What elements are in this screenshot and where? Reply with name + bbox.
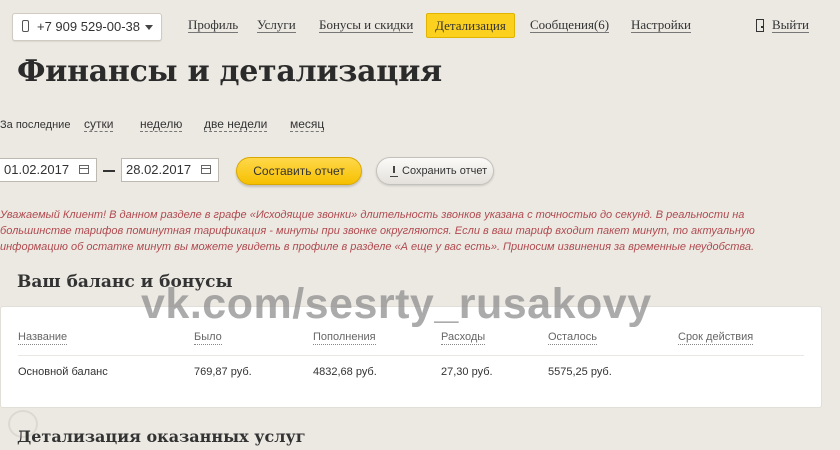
notice-line: Уважаемый Клиент! В данном разделе в гра…	[0, 209, 745, 221]
period-option-month[interactable]: месяц	[290, 117, 325, 132]
calendar-icon[interactable]	[79, 165, 89, 174]
nav-item-profile[interactable]: Профиль	[188, 18, 239, 33]
period-option-two-weeks[interactable]: две недели	[204, 117, 268, 132]
column-header-topups[interactable]: Пополнения	[313, 331, 376, 345]
watermark-text: vk.com/sesrty_rusakovy	[141, 280, 652, 328]
date-range-dash	[103, 170, 115, 172]
date-to-input[interactable]: 28.02.2017	[121, 158, 219, 182]
cell-remaining: 5575,25 руб.	[548, 366, 612, 378]
cell-name: Основной баланс	[18, 366, 108, 378]
phone-number-label: +7 909 529-00-38	[37, 19, 141, 34]
table-divider	[18, 355, 804, 356]
phone-number-select[interactable]: +7 909 529-00-38	[12, 13, 162, 41]
period-option-week[interactable]: неделю	[140, 117, 183, 132]
logout-label: Выйти	[772, 17, 810, 33]
page-title: Финансы и детализация	[17, 54, 442, 89]
door-exit-icon	[756, 19, 764, 32]
column-header-expenses[interactable]: Расходы	[441, 331, 486, 345]
date-to-value: 28.02.2017	[126, 162, 192, 177]
save-report-button[interactable]: Сохранить отчет	[376, 157, 494, 185]
mobile-phone-icon	[22, 20, 29, 32]
cell-expenses: 27,30 руб.	[441, 366, 493, 378]
nav-item-bonuses[interactable]: Бонусы и скидки	[319, 18, 414, 33]
cell-was: 769,87 руб.	[194, 366, 252, 378]
column-header-remaining[interactable]: Осталось	[548, 331, 597, 345]
notice-line: большинстве тарифов поминутная тарификац…	[0, 225, 755, 237]
nav-item-services[interactable]: Услуги	[257, 18, 296, 33]
make-report-button[interactable]: Составить отчет	[236, 157, 362, 185]
chevron-down-icon	[145, 25, 153, 30]
date-from-input[interactable]: 01.02.2017	[0, 158, 97, 182]
date-from-value: 01.02.2017	[4, 162, 70, 177]
column-header-was[interactable]: Было	[194, 331, 222, 345]
nav-item-details[interactable]: Детализация	[426, 13, 515, 38]
period-label: За последние	[0, 119, 71, 131]
period-option-day[interactable]: сутки	[84, 117, 114, 132]
column-header-name[interactable]: Название	[18, 331, 68, 345]
details-section-title: Детализация оказанных услуг	[17, 427, 306, 446]
cell-topups: 4832,68 руб.	[313, 366, 377, 378]
save-report-label: Сохранить отчет	[402, 165, 488, 177]
notice-line: информацию об остатке минут вы можете ув…	[0, 241, 755, 253]
download-icon	[390, 166, 398, 177]
nav-item-messages[interactable]: Сообщения(6)	[530, 18, 610, 33]
calendar-icon[interactable]	[201, 165, 211, 174]
column-header-validity[interactable]: Срок действия	[678, 331, 754, 345]
notice-text: Уважаемый Клиент! В данном разделе в гра…	[0, 207, 800, 255]
nav-item-settings[interactable]: Настройки	[631, 18, 691, 33]
